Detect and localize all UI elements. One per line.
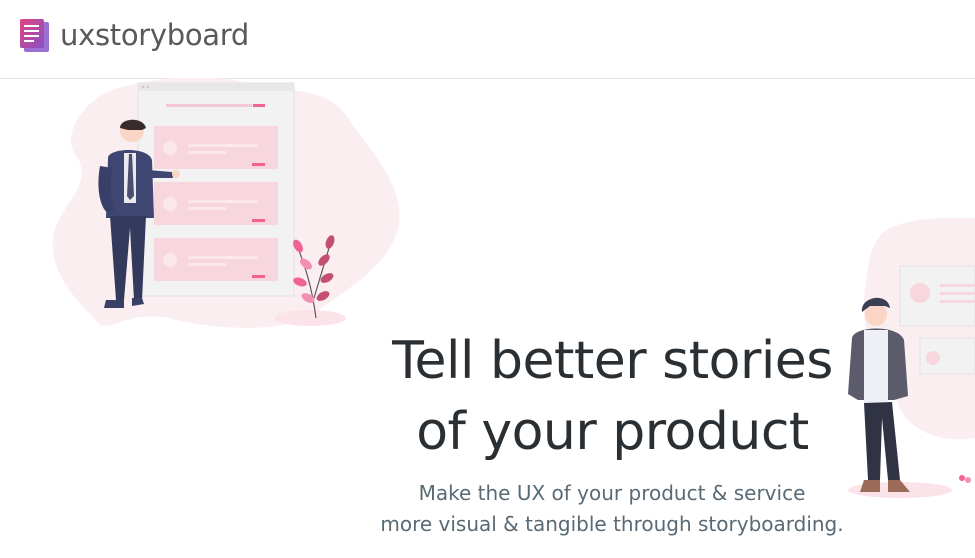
logo-link[interactable]: uxstoryboard [18,16,249,54]
hero-subtitle: Make the UX of your product & service mo… [330,478,894,540]
hero-title-line-2: of your product [416,402,809,462]
hero-subtitle-line-2: more visual & tangible through storyboar… [380,512,844,536]
site-header: uxstoryboard [0,0,975,79]
document-stack-icon [20,19,49,52]
logo-text: uxstoryboard [60,18,249,52]
hero-subtitle-line-1: Make the UX of your product & service [418,481,806,505]
landing-page: uxstoryboard Tell better stories of your… [0,0,975,558]
hero-title: Tell better stories of your product [340,326,885,468]
hero-title-line-1: Tell better stories [392,331,833,391]
presenter-storyboard-illustration [52,78,400,328]
